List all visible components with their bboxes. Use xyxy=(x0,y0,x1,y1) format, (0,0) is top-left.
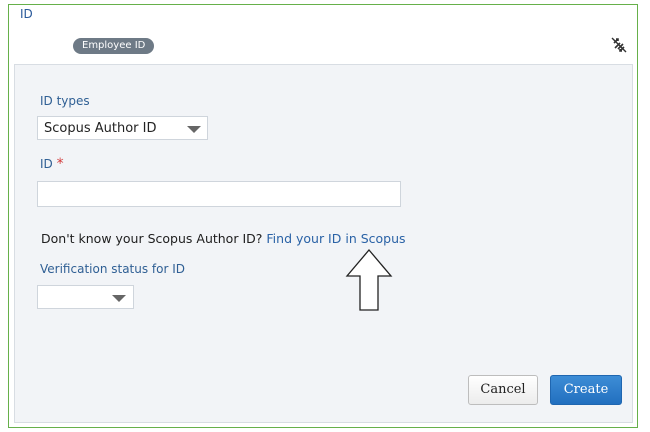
unlink-icon[interactable] xyxy=(610,36,628,54)
section-title: ID xyxy=(20,7,33,21)
cancel-button[interactable]: Cancel xyxy=(468,375,538,405)
id-label: ID * xyxy=(40,157,64,171)
id-card: ID Employee ID ID types Scopus Author ID… xyxy=(8,4,638,428)
help-question: Don't know your Scopus Author ID? xyxy=(41,231,263,246)
verification-label: Verification status for ID xyxy=(40,262,186,276)
id-type-value: Scopus Author ID xyxy=(44,121,157,136)
employee-id-badge: Employee ID xyxy=(73,38,155,54)
id-label-text: ID xyxy=(40,157,53,171)
id-type-select[interactable]: Scopus Author ID xyxy=(37,116,208,140)
help-text: Don't know your Scopus Author ID? Find y… xyxy=(41,231,406,246)
chevron-down-icon xyxy=(112,295,126,302)
create-button[interactable]: Create xyxy=(550,375,622,405)
verification-select[interactable] xyxy=(37,285,134,309)
id-types-label: ID types xyxy=(40,94,90,108)
chevron-down-icon xyxy=(187,126,201,133)
id-input[interactable] xyxy=(37,181,401,207)
find-id-link[interactable]: Find your ID in Scopus xyxy=(266,231,405,246)
required-marker: * xyxy=(56,156,64,172)
up-arrow-icon xyxy=(345,248,393,311)
edit-panel: ID types Scopus Author ID ID * Don't kno… xyxy=(14,64,633,423)
